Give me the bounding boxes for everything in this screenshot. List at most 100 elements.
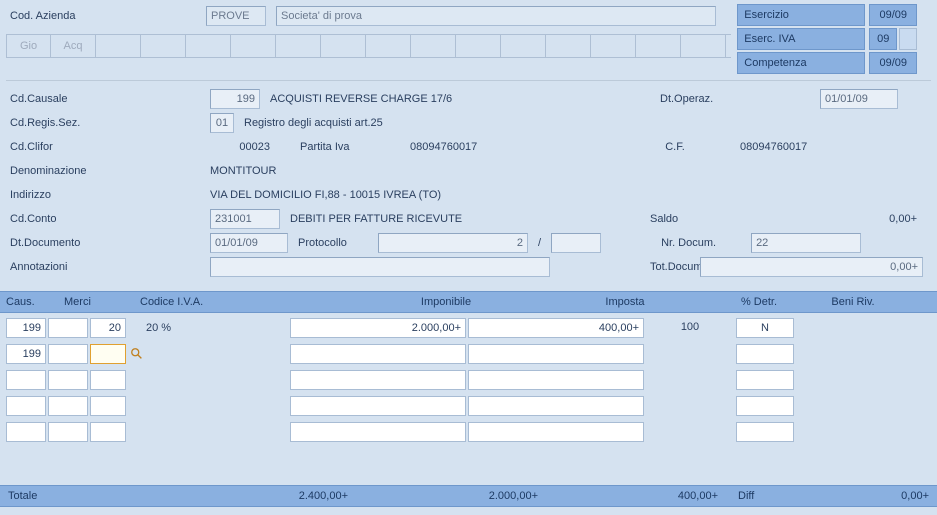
cod-azienda-label: Cod. Azienda [6, 10, 196, 22]
col-beni: Beni Riv. [808, 296, 898, 308]
partita-iva-label: Partita Iva [300, 141, 400, 153]
iva-desc: 20 % [128, 322, 288, 334]
competenza-label: Competenza [737, 52, 865, 74]
table-row [6, 421, 931, 443]
eserc-iva-extra [899, 28, 917, 50]
grid-cell[interactable]: 199 [6, 344, 46, 364]
cf-label: C.F. [620, 141, 730, 153]
grid-cell[interactable] [48, 396, 88, 416]
tab-empty[interactable] [411, 35, 456, 57]
grid-cell[interactable] [90, 370, 126, 390]
cd-causale-field[interactable]: 199 [210, 89, 260, 109]
grid-cell[interactable] [48, 422, 88, 442]
tab-empty[interactable] [366, 35, 411, 57]
grid-cell[interactable] [90, 396, 126, 416]
grid-cell[interactable] [48, 344, 88, 364]
grid-cell[interactable] [736, 370, 794, 390]
grid-cell [646, 370, 734, 390]
tab-empty[interactable] [141, 35, 186, 57]
tab-empty[interactable] [321, 35, 366, 57]
tab-empty[interactable] [96, 35, 141, 57]
grid-cell[interactable] [6, 370, 46, 390]
protocollo-field[interactable]: 2 [378, 233, 528, 253]
tab-empty[interactable] [186, 35, 231, 57]
col-detr: % Detr. [710, 296, 808, 308]
tab-empty[interactable] [591, 35, 636, 57]
grid-cell[interactable] [6, 422, 46, 442]
tab-empty[interactable] [456, 35, 501, 57]
annotazioni-field[interactable] [210, 257, 550, 277]
grid-cell[interactable] [290, 422, 466, 442]
grid-cell[interactable]: 20 [90, 318, 126, 338]
grid-cell[interactable] [468, 396, 644, 416]
partita-iva-value: 08094760017 [410, 141, 610, 153]
col-caus: Caus. [6, 296, 64, 308]
nr-docum-field[interactable]: 22 [751, 233, 861, 253]
tab-empty[interactable] [636, 35, 681, 57]
grid-cell[interactable]: N [736, 318, 794, 338]
societa-field[interactable]: Societa' di prova [276, 6, 716, 26]
grid-cell[interactable] [90, 422, 126, 442]
imposta-sum: 400,00+ [538, 490, 718, 502]
grid-header: Caus. Merci Codice I.V.A. Imponibile Imp… [0, 291, 937, 313]
grid-cell[interactable] [468, 344, 644, 364]
cf-value: 08094760017 [740, 141, 807, 153]
grid-cell[interactable] [6, 396, 46, 416]
tab-empty[interactable] [276, 35, 321, 57]
dt-documento-label: Dt.Documento [10, 237, 210, 249]
regis-desc: Registro degli acquisti art.25 [244, 117, 383, 129]
grid-cell[interactable] [90, 344, 126, 364]
tab-empty[interactable] [231, 35, 276, 57]
grid-cell[interactable] [290, 344, 466, 364]
grid-cell[interactable] [736, 344, 794, 364]
diff-label: Diff [718, 490, 778, 502]
denominazione-label: Denominazione [10, 165, 210, 177]
grid-cell[interactable] [290, 396, 466, 416]
nr-docum-label: Nr. Docum. [611, 237, 741, 249]
tab-empty[interactable] [681, 35, 726, 57]
footer-bar: Totale 2.400,00+ 2.000,00+ 400,00+ Diff … [0, 485, 937, 507]
protocollo-sez-field[interactable] [551, 233, 601, 253]
eserc-iva-value: 09 [869, 28, 897, 50]
lookup-icon[interactable] [130, 347, 144, 361]
tab-gio[interactable]: Gio [6, 35, 51, 57]
grid-cell[interactable] [48, 318, 88, 338]
saldo-label: Saldo [650, 213, 800, 225]
col-imposta: Imposta [540, 296, 710, 308]
cod-azienda-field[interactable]: PROVE [206, 6, 266, 26]
grid-cell[interactable]: 2.000,00+ [290, 318, 466, 338]
grid-cell[interactable] [48, 370, 88, 390]
col-merci: Merci [64, 296, 140, 308]
grid-cell [646, 396, 734, 416]
table-row: 1992020 %2.000,00+400,00+100N [6, 317, 931, 339]
tot-docum-label: Tot.Docum. [560, 261, 690, 273]
grid-cell[interactable] [736, 422, 794, 442]
tot-docum-field[interactable]: 0,00+ [700, 257, 923, 277]
dt-documento-field[interactable]: 01/01/09 [210, 233, 288, 253]
cd-clifor-label: Cd.Clifor [10, 141, 210, 153]
tab-acq[interactable]: Acq [51, 35, 96, 57]
esercizio-label: Esercizio [737, 4, 865, 26]
grid-cell[interactable] [736, 396, 794, 416]
eserc-iva-label: Eserc. IVA [737, 28, 865, 50]
diff-value: 0,00+ [778, 490, 929, 502]
cd-regis-field[interactable]: 01 [210, 113, 234, 133]
grid-cell[interactable] [468, 370, 644, 390]
grid-cell[interactable] [290, 370, 466, 390]
competenza-value: 09/09 [869, 52, 917, 74]
denominazione-value: MONTITOUR [210, 165, 276, 177]
tab-empty[interactable] [546, 35, 591, 57]
tab-empty[interactable] [501, 35, 546, 57]
protocollo-label: Protocollo [298, 237, 368, 249]
grid-cell[interactable] [468, 422, 644, 442]
protocollo-sep: / [538, 237, 541, 249]
annotazioni-label: Annotazioni [10, 261, 210, 273]
grid-cell[interactable]: 400,00+ [468, 318, 644, 338]
table-row [6, 395, 931, 417]
cd-clifor-value: 00023 [210, 141, 290, 153]
totale-value: 2.400,00+ [178, 490, 348, 502]
grid-cell[interactable]: 199 [6, 318, 46, 338]
cd-conto-field[interactable]: 231001 [210, 209, 280, 229]
dt-operaz-field[interactable]: 01/01/09 [820, 89, 898, 109]
indirizzo-value: VIA DEL DOMICILIO FI,88 - 10015 IVREA (T… [210, 189, 441, 201]
